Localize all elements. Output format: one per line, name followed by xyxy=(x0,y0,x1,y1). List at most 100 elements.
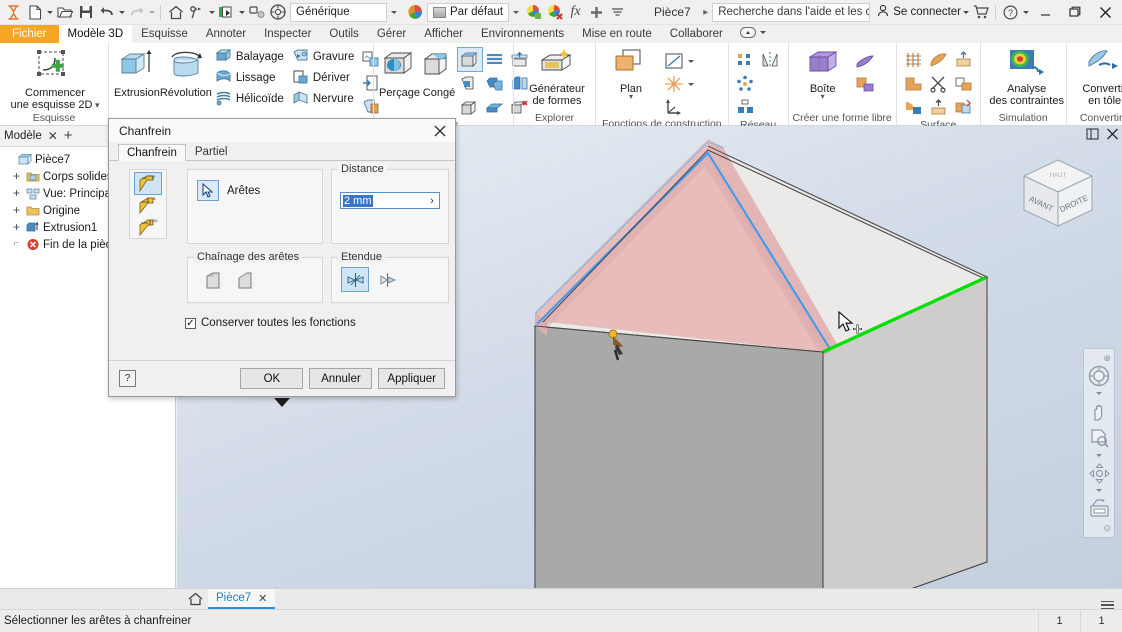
undo-dropdown-carat[interactable] xyxy=(117,2,126,23)
ribbon-tab-afficher[interactable]: Afficher xyxy=(415,25,472,43)
zoom-carat[interactable] xyxy=(1084,452,1114,459)
boundary-patch-icon[interactable] xyxy=(902,96,926,119)
adjust-appearance-icon[interactable] xyxy=(523,2,544,23)
work-axis-icon[interactable] xyxy=(661,50,687,72)
ucs-icon[interactable] xyxy=(661,96,687,118)
replace-face-icon[interactable] xyxy=(952,96,976,119)
signin-dropdown-carat[interactable] xyxy=(961,2,970,23)
dialog-tab-chanfrein[interactable]: Chanfrein xyxy=(118,144,186,161)
balayage-button[interactable]: Balayage xyxy=(212,47,287,67)
edge-select-icon[interactable] xyxy=(197,180,219,201)
sculpt-icon[interactable] xyxy=(927,48,951,71)
gravure-button[interactable]: Gravure xyxy=(289,47,358,67)
split-view-icon[interactable] xyxy=(1086,128,1099,143)
work-point-carat[interactable] xyxy=(687,83,695,86)
extend-all-icon[interactable] xyxy=(341,267,369,292)
full-nav-wheel-icon[interactable] xyxy=(1085,363,1113,389)
no-chain-edges-icon[interactable] xyxy=(232,269,258,291)
shell-icon[interactable] xyxy=(483,48,507,71)
dialog-expand-grip[interactable] xyxy=(274,398,290,407)
home-icon[interactable] xyxy=(165,2,186,23)
expand-icon[interactable]: + xyxy=(11,188,22,200)
new-dropdown-carat[interactable] xyxy=(45,2,54,23)
ribbon-minimize-carat[interactable] xyxy=(759,22,768,43)
mirror-icon[interactable] xyxy=(759,48,783,71)
nervure-button[interactable]: Nervure xyxy=(289,89,358,109)
keep-all-features-checkbox[interactable]: Conserver toutes les fonctions xyxy=(185,317,356,329)
distance-expand-icon[interactable]: › xyxy=(425,195,439,207)
view-cube[interactable]: AVANT DROITE HAUT xyxy=(1016,154,1100,243)
analyse-contraintes-button[interactable]: Analyse des contraintes xyxy=(986,46,1068,107)
cart-icon[interactable] xyxy=(970,2,991,23)
extrusion-button[interactable]: Extrusion xyxy=(114,46,160,99)
checkbox-icon[interactable] xyxy=(185,317,196,329)
pan-icon[interactable] xyxy=(1085,398,1113,424)
close-icon[interactable] xyxy=(1106,128,1119,143)
patch-icon[interactable] xyxy=(902,72,926,95)
apply-button[interactable]: Appliquer xyxy=(378,368,445,389)
dialog-help-button[interactable]: ? xyxy=(119,370,136,387)
ribbon-tab-outils[interactable]: Outils xyxy=(320,25,367,43)
close-icon[interactable]: ✕ xyxy=(258,592,267,605)
new-icon[interactable] xyxy=(24,2,45,23)
work-point-icon[interactable] xyxy=(661,73,687,95)
extend-partial-icon[interactable] xyxy=(374,268,400,291)
boite-dropdown-carat[interactable]: ▾ xyxy=(821,93,825,102)
thicken-offset-icon[interactable] xyxy=(927,96,951,119)
ribbon-tab-collaborer[interactable]: Collaborer xyxy=(661,25,732,43)
chamfer-two-distances-icon[interactable]: DD xyxy=(135,217,161,238)
zoom-icon[interactable] xyxy=(1085,425,1113,451)
plan-button[interactable]: Plan ▾ xyxy=(601,46,661,102)
split-icon[interactable] xyxy=(458,96,482,119)
undo-icon[interactable] xyxy=(96,2,117,23)
navbar-close-icon[interactable]: ⊗ xyxy=(1103,354,1111,363)
ribbon-tab-modele-3d[interactable]: Modèle 3D xyxy=(58,25,133,43)
look-at-icon[interactable] xyxy=(1085,495,1113,521)
sign-in-button[interactable]: Se connecter xyxy=(877,4,961,20)
qat-more-icon[interactable] xyxy=(607,2,628,23)
plan-dropdown-carat[interactable]: ▾ xyxy=(629,93,633,102)
dialog-tab-partiel[interactable]: Partiel xyxy=(186,143,237,160)
ribbon-tab-annoter[interactable]: Annoter xyxy=(197,25,255,43)
freeform-plane-icon[interactable] xyxy=(852,50,878,72)
trim-icon[interactable] xyxy=(927,72,951,95)
appearance-dropdown-carat[interactable] xyxy=(509,3,523,22)
material-dropdown-carat[interactable] xyxy=(387,3,401,22)
orbit-icon[interactable] xyxy=(1085,460,1113,486)
ribbon-tab-mise-en-route[interactable]: Mise en route xyxy=(573,25,661,43)
home-icon[interactable] xyxy=(182,588,208,609)
update-dropdown-carat[interactable] xyxy=(237,2,246,23)
rect-pattern-icon[interactable] xyxy=(734,48,758,71)
open-icon[interactable] xyxy=(54,2,75,23)
work-axis-carat[interactable] xyxy=(687,60,695,63)
start-2d-sketch-button[interactable]: Commencer une esquisse 2D ▾ xyxy=(5,46,105,111)
update-icon[interactable] xyxy=(216,2,237,23)
chain-edges-icon[interactable] xyxy=(200,269,226,291)
circ-pattern-icon[interactable] xyxy=(734,72,758,95)
expand-icon[interactable]: + xyxy=(11,205,22,217)
ruled-surface-icon[interactable] xyxy=(952,72,976,95)
ribbon-tab-fichier[interactable]: Fichier xyxy=(0,25,59,43)
ribbon-tab-environnements[interactable]: Environnements xyxy=(472,25,573,43)
combine-icon[interactable] xyxy=(483,72,507,95)
return-dropdown-carat[interactable] xyxy=(207,2,216,23)
plus-icon[interactable]: + xyxy=(64,128,73,143)
view-wheel-icon[interactable] xyxy=(267,2,288,23)
save-icon[interactable] xyxy=(75,2,96,23)
stitch-icon[interactable] xyxy=(902,48,926,71)
dialog-close-button[interactable] xyxy=(425,119,455,142)
chamfer-distance-angle-icon[interactable]: A xyxy=(135,195,161,216)
appearance-wheel-icon[interactable] xyxy=(404,2,425,23)
add-icon[interactable] xyxy=(586,2,607,23)
ribbon-minimize-icon[interactable] xyxy=(739,27,756,38)
cancel-button[interactable]: Annuler xyxy=(309,368,373,389)
material-select[interactable]: Générique xyxy=(290,2,387,22)
appearance-select[interactable]: Par défaut xyxy=(427,2,509,22)
orbit-carat[interactable] xyxy=(1084,487,1114,494)
deriver-button[interactable]: Dériver xyxy=(289,68,358,88)
ok-button[interactable]: OK xyxy=(240,368,304,389)
navigation-bar[interactable]: ⊗ ⊙ xyxy=(1083,348,1115,538)
hamburger-icon[interactable] xyxy=(1101,600,1114,609)
fx-icon[interactable]: fx xyxy=(565,2,586,23)
search-expand-carat[interactable]: ▸ xyxy=(703,7,708,18)
